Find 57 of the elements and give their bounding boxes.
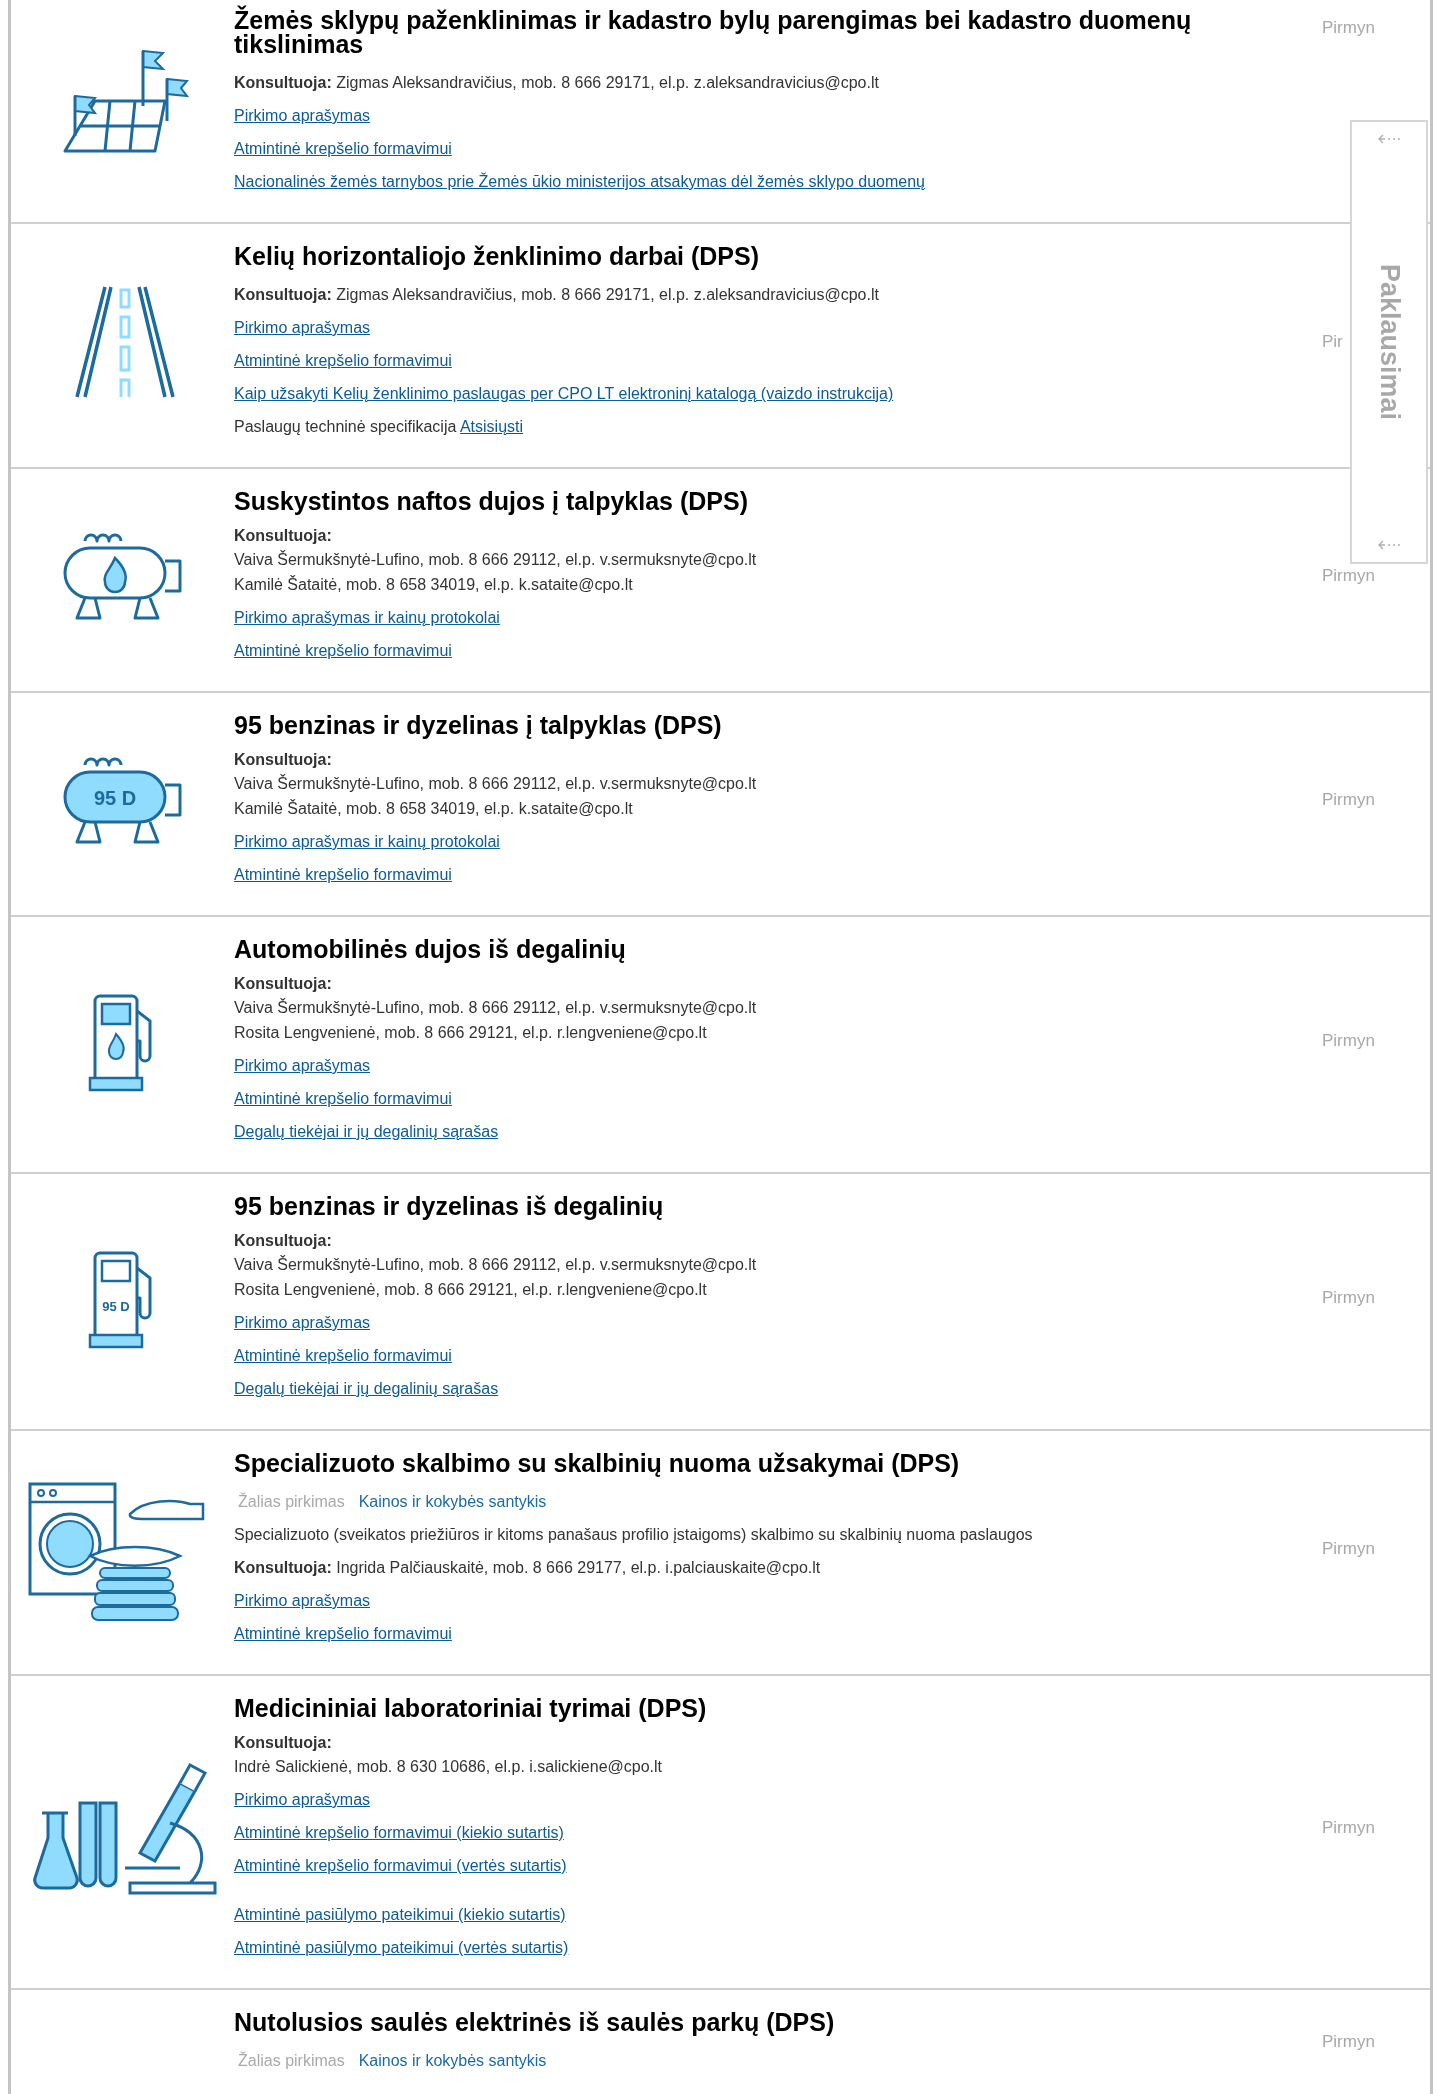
item-title: Specializuoto skalbimo su skalbinių nuoma užsakymai (DPS) [234, 1451, 960, 1475]
consultant-line: Konsultuoja: Zigmas Aleksandravičius, mob. 8 666 29171, el.p. z.aleksandravicius@cpo.lt [234, 73, 879, 93]
consultant-line: Vaiva Šermukšnytė-Lufino, mob. 8 666 29112, el.p. v.sermuksnyte@cpo.lt [234, 549, 757, 570]
document-link[interactable]: Atmintinė krepšelio formavimui [234, 1617, 452, 1650]
item-title: Nutolusios saulės elektrinės iš saulės parkų (DPS) [234, 2010, 835, 2034]
arrow-icon[interactable] [1377, 540, 1401, 550]
document-link[interactable]: Pirkimo aprašymas ir kainų protokolai [234, 825, 500, 858]
document-link[interactable]: Atmintinė krepšelio formavimui (kiekio sutartis) [234, 1816, 564, 1849]
document-link[interactable]: Nacionalinės žemės tarnybos prie Žemės ūkio ministerijos atsakymas dėl žemės sklypo duomenų [234, 165, 925, 198]
document-link[interactable]: Pirkimo aprašymas [234, 311, 371, 344]
consultant-label: Konsultuoja: [234, 526, 333, 546]
item-title: Medicininiai laboratoriniai tyrimai (DPS) [234, 1696, 707, 1720]
consultant-label: Konsultuoja: [234, 750, 333, 770]
consultant-line: Vaiva Šermukšnytė-Lufino, mob. 8 666 29112, el.p. v.sermuksnyte@cpo.lt [234, 773, 757, 794]
consultant-line: Vaiva Šermukšnytė-Lufino, mob. 8 666 29112, el.p. v.sermuksnyte@cpo.lt [234, 997, 757, 1018]
consultant-line: Rosita Lengvenienė, mob. 8 666 29121, el.p. r.lengveniene@cpo.lt [234, 1023, 708, 1043]
consultant-line: Indrė Salickienė, mob. 8 630 10686, el.p. i.salickiene@cpo.lt [234, 1757, 663, 1777]
document-link[interactable]: Pirkimo aprašymas [234, 1049, 371, 1082]
consultant-line: Kamilė Šataitė, mob. 8 658 34019, el.p. k.sataite@cpo.lt [234, 574, 634, 595]
procurement-tag: Kainos ir kokybės santykis [358, 1485, 547, 1518]
document-link[interactable]: Atmintinė krepšelio formavimui [234, 1082, 452, 1115]
document-link[interactable]: Atmintinė krepšelio formavimui [234, 858, 452, 891]
item-title: Automobilinės dujos iš degalinių [234, 937, 626, 961]
document-link[interactable]: Pirkimo aprašymas [234, 1783, 371, 1816]
document-link[interactable]: Pirkimo aprašymas [234, 1306, 371, 1339]
document-link[interactable]: Pirkimo aprašymas [234, 1584, 371, 1617]
consultant-line: Konsultuoja: Ingrida Palčiauskaitė, mob. 8 666 29177, el.p. i.palciauskaite@cpo.lt [234, 1558, 821, 1578]
arrow-icon[interactable] [1377, 134, 1401, 144]
document-link[interactable]: Atmintinė krepšelio formavimui [234, 1339, 452, 1372]
consultant-line: Konsultuoja: Zigmas Aleksandravičius, mob. 8 666 29171, el.p. z.aleksandravicius@cpo.lt [234, 285, 879, 305]
consultant-label: Konsultuoja: [234, 974, 333, 994]
download-link[interactable]: Atsisiųsti [459, 418, 524, 435]
procurement-tag: Žalias pirkimas [238, 1485, 345, 1518]
consultant-label: Konsultuoja: [234, 1733, 333, 1753]
item-title: 95 benzinas ir dyzelinas į talpyklas (DPS) [234, 713, 722, 737]
document-link[interactable]: Atmintinė krepšelio formavimui [234, 132, 452, 165]
item-title: Suskystintos naftos dujos į talpyklas (DPS) [234, 489, 748, 513]
document-link[interactable]: Atmintinė krepšelio formavimui [234, 634, 452, 667]
consultant-label: Konsultuoja: [234, 1231, 333, 1251]
procurement-tag: Žalias pirkimas [238, 2044, 345, 2077]
item-title: Kelių horizontaliojo ženklinimo darbai (DPS) [234, 244, 760, 268]
document-link[interactable]: Atmintinė pasiūlymo pateikimui (kiekio sutartis) [234, 1898, 566, 1931]
spec-label: Paslaugų techninė specifikacija [234, 418, 457, 435]
document-link[interactable]: Degalų tiekėjai ir jų degalinių sąrašas [234, 1372, 499, 1405]
document-link[interactable]: Atmintinė pasiūlymo pateikimui (vertės sutartis) [234, 1931, 569, 1964]
document-link[interactable]: Pirkimo aprašymas ir kainų protokolai [234, 601, 500, 634]
item-description: Specializuoto (sveikatos priežiūros ir kitoms panašaus profilio įstaigoms) skalbimo su skalbinių nuoma paslaugos [234, 1525, 1033, 1545]
consultant-line: Kamilė Šataitė, mob. 8 658 34019, el.p. k.sataite@cpo.lt [234, 798, 634, 819]
document-link[interactable]: Kaip užsakyti Kelių ženklinimo paslaugas per CPO LT elektroninį katalogą (vaizdo instrukcija) [234, 377, 894, 410]
item-title: 95 benzinas ir dyzelinas iš degalinių [234, 1194, 664, 1218]
consultant-line: Vaiva Šermukšnytė-Lufino, mob. 8 666 29112, el.p. v.sermuksnyte@cpo.lt [234, 1254, 757, 1275]
document-link[interactable]: Degalų tiekėjai ir jų degalinių sąrašas [234, 1115, 499, 1148]
document-link[interactable]: Pirkimo aprašymas [234, 99, 371, 132]
procurement-tag: Kainos ir kokybės santykis [358, 2044, 547, 2077]
document-link[interactable]: Atmintinė krepšelio formavimui [234, 344, 452, 377]
document-link[interactable]: Atmintinė krepšelio formavimui (vertės sutartis) [234, 1849, 567, 1882]
consultant-line: Rosita Lengvenienė, mob. 8 666 29121, el.p. r.lengveniene@cpo.lt [234, 1280, 708, 1300]
